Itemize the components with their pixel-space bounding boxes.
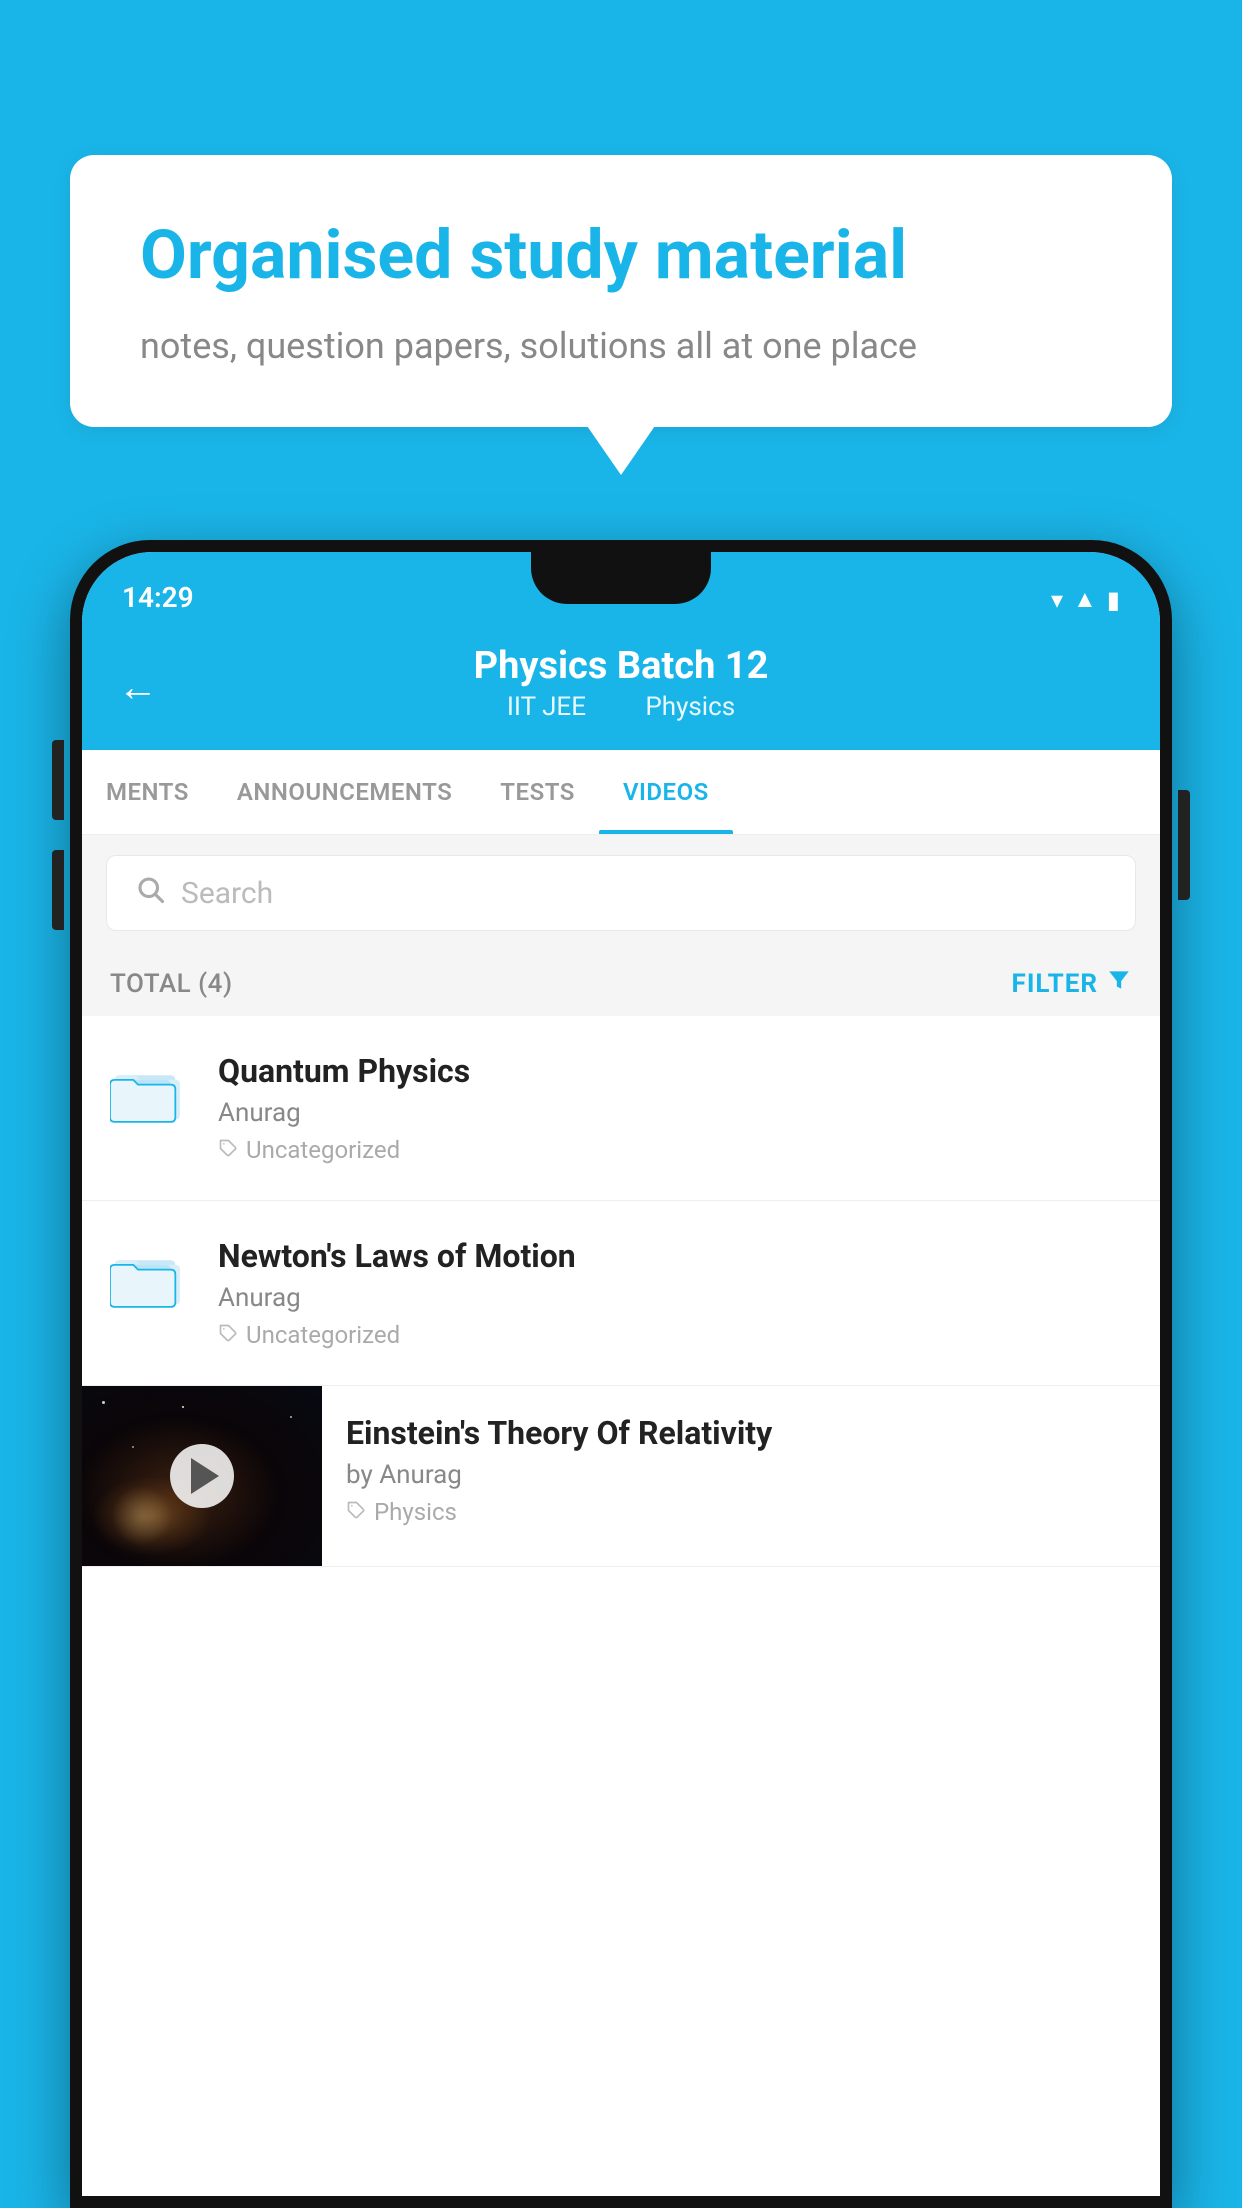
tag-text: Uncategorized [246,1136,400,1164]
item-title: Quantum Physics [218,1052,1132,1090]
filter-funnel-icon [1106,967,1132,1000]
tab-ments[interactable]: MENTS [82,750,213,834]
filter-bar: TOTAL (4) FILTER [82,951,1160,1016]
item-tag: Physics [346,1498,1136,1526]
tag-icon [218,1321,238,1349]
play-button[interactable] [170,1444,234,1508]
tag-icon [346,1498,366,1526]
item-title: Newton's Laws of Motion [218,1237,1132,1275]
header-subtitle-physics: Physics [645,692,735,722]
search-container: Search [82,835,1160,951]
header-subtitle: IIT JEE Physics [122,692,1120,722]
battery-icon: ▮ [1107,586,1120,614]
tag-text: Uncategorized [246,1321,400,1349]
tab-videos[interactable]: VIDEOS [599,750,733,834]
power-button [1178,790,1190,900]
tab-tests[interactable]: TESTS [476,750,599,834]
item-content: Quantum Physics Anurag Uncategorized [218,1052,1132,1164]
item-title: Einstein's Theory Of Relativity [346,1414,1136,1452]
list-item[interactable]: Einstein's Theory Of Relativity by Anura… [82,1386,1160,1567]
video-list: Quantum Physics Anurag Uncategorized [82,1016,1160,1567]
header-subtitle-iitjee: IIT JEE [507,692,586,722]
total-count: TOTAL (4) [110,969,233,999]
search-icon [135,874,165,912]
phone-frame: 14:29 ▾ ▲ ▮ ← Physics Batch 12 IIT JEE P… [70,540,1172,2208]
tabs-bar: MENTS ANNOUNCEMENTS TESTS VIDEOS [82,750,1160,835]
search-bar[interactable]: Search [106,855,1136,931]
status-icons: ▾ ▲ ▮ [1051,585,1120,614]
bubble-subtitle: notes, question papers, solutions all at… [140,325,1102,367]
phone-screen: 14:29 ▾ ▲ ▮ ← Physics Batch 12 IIT JEE P… [82,552,1160,2196]
tag-icon [218,1136,238,1164]
thumb-bg [82,1386,322,1566]
header-title: Physics Batch 12 [122,644,1120,688]
tab-announcements[interactable]: ANNOUNCEMENTS [213,750,476,834]
app-header: ← Physics Batch 12 IIT JEE Physics [82,624,1160,750]
bubble-title: Organised study material [140,215,1102,297]
header-subtitle-sep [612,692,625,722]
vol-down-button [52,850,64,930]
search-input[interactable]: Search [181,876,273,911]
back-arrow-icon[interactable]: ← [118,664,158,711]
item-author: by Anurag [346,1460,1136,1490]
speech-bubble: Organised study material notes, question… [70,155,1172,427]
item-tag: Uncategorized [218,1321,1132,1349]
wifi-icon: ▾ [1051,586,1063,614]
list-item[interactable]: Newton's Laws of Motion Anurag Uncategor… [82,1201,1160,1386]
tag-text: Physics [374,1498,457,1526]
vol-up-button [52,740,64,820]
video-thumbnail [82,1386,322,1566]
item-content: Newton's Laws of Motion Anurag Uncategor… [218,1237,1132,1349]
filter-label: FILTER [1012,969,1098,999]
list-item[interactable]: Quantum Physics Anurag Uncategorized [82,1016,1160,1201]
folder-icon [110,1056,190,1130]
status-time: 14:29 [122,581,194,614]
phone-notch [531,552,711,604]
item-author: Anurag [218,1283,1132,1313]
item-author: Anurag [218,1098,1132,1128]
item-tag: Uncategorized [218,1136,1132,1164]
folder-icon [110,1241,190,1315]
filter-button[interactable]: FILTER [1012,967,1132,1000]
signal-icon: ▲ [1073,585,1097,614]
item-content: Einstein's Theory Of Relativity by Anura… [322,1386,1160,1554]
